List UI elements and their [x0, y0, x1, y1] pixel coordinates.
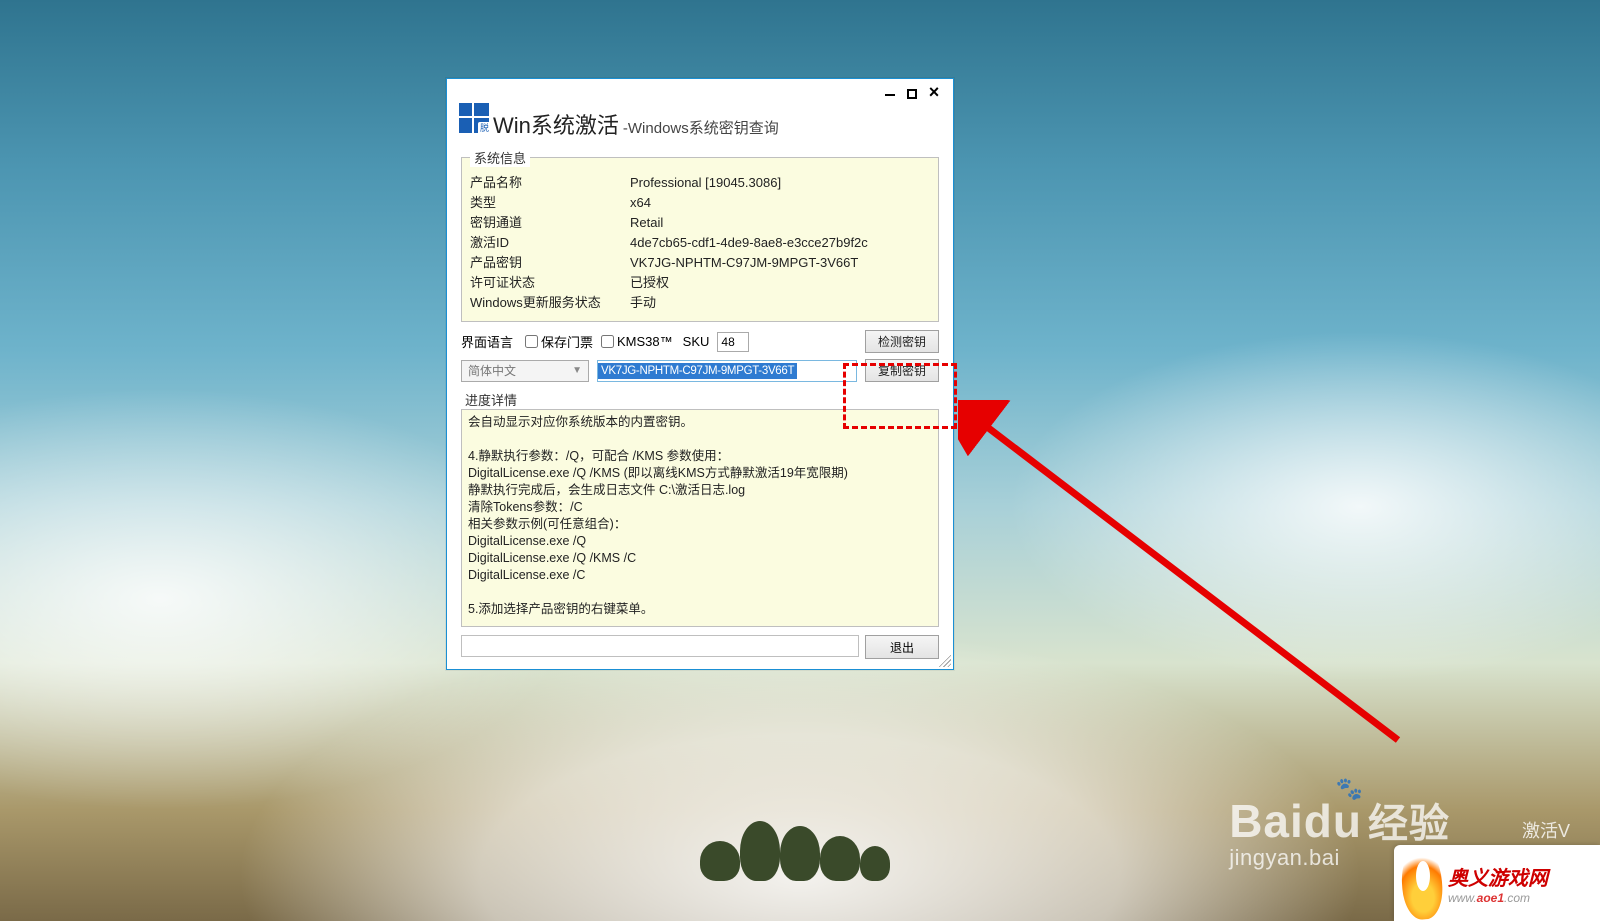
exit-button[interactable]: 退出 [865, 635, 939, 659]
info-value: x64 [630, 193, 930, 213]
close-button[interactable]: × [923, 83, 945, 101]
sku-label: SKU [683, 334, 710, 349]
title-sub: Windows系统密钥查询 [628, 120, 779, 137]
progress-bar [461, 635, 859, 657]
windows-logo-icon [459, 103, 489, 133]
paw-icon: 🐾 [1336, 776, 1364, 802]
info-label: 类型 [470, 193, 630, 213]
info-row: 激活ID4de7cb65-cdf1-4de9-8ae8-e3cce27b9f2c [470, 233, 930, 253]
kms38-input[interactable] [601, 335, 614, 348]
title-main: Win系统激活 [493, 108, 619, 140]
system-info-group: 系统信息 产品名称Professional [19045.3086]类型x64密… [461, 148, 939, 322]
info-label: Windows更新服务状态 [470, 293, 630, 313]
progress-log[interactable]: 会自动显示对应你系统版本的内置密钥。 4.静默执行参数：/Q，可配合 /KMS … [461, 409, 939, 627]
kms38-checkbox[interactable]: KMS38™ [601, 334, 673, 349]
info-row: 产品密钥VK7JG-NPHTM-C97JM-9MPGT-3V66T [470, 253, 930, 273]
desktop-background: × Win系统激活 -Windows系统密钥查询 系统信息 产品名称Profes… [0, 0, 1600, 921]
chevron-down-icon: ▼ [572, 365, 582, 376]
sku-input[interactable] [717, 332, 749, 352]
info-label: 激活ID [470, 233, 630, 253]
info-value: VK7JG-NPHTM-C97JM-9MPGT-3V66T [630, 253, 930, 273]
info-value: Professional [19045.3086] [630, 173, 930, 193]
product-key-field[interactable]: VK7JG-NPHTM-C97JM-9MPGT-3V66T [597, 360, 857, 382]
minimize-button[interactable] [879, 83, 901, 101]
info-value: 已授权 [630, 273, 930, 293]
info-row: 类型x64 [470, 193, 930, 213]
save-ticket-input[interactable] [525, 335, 538, 348]
info-value: 手动 [630, 293, 930, 313]
info-row: 密钥通道Retail [470, 213, 930, 233]
system-info-legend: 系统信息 [470, 148, 530, 167]
info-label: 许可证状态 [470, 273, 630, 293]
maximize-button[interactable] [901, 83, 923, 101]
app-window: × Win系统激活 -Windows系统密钥查询 系统信息 产品名称Profes… [446, 78, 954, 670]
info-label: 产品名称 [470, 173, 630, 193]
copy-key-button[interactable]: 复制密钥 [865, 359, 939, 382]
progress-group: 进度详情 会自动显示对应你系统版本的内置密钥。 4.静默执行参数：/Q，可配合 … [461, 390, 939, 627]
app-title: Win系统激活 -Windows系统密钥查询 [447, 101, 953, 148]
flame-icon [1402, 855, 1442, 911]
progress-legend: 进度详情 [461, 390, 521, 409]
lang-label: 界面语言 [461, 332, 517, 351]
info-row: 产品名称Professional [19045.3086] [470, 173, 930, 193]
info-row: Windows更新服务状态手动 [470, 293, 930, 313]
info-row: 许可证状态已授权 [470, 273, 930, 293]
annotation-arrow [958, 400, 1428, 770]
detect-key-button[interactable]: 检测密钥 [865, 330, 939, 353]
info-value: 4de7cb65-cdf1-4de9-8ae8-e3cce27b9f2c [630, 233, 930, 253]
info-label: 密钥通道 [470, 213, 630, 233]
language-select[interactable]: 简体中文 ▼ [461, 360, 589, 382]
titlebar[interactable]: × [447, 79, 953, 101]
save-ticket-checkbox[interactable]: 保存门票 [525, 332, 593, 351]
info-value: Retail [630, 213, 930, 233]
site-badge: 奥义游戏网 www.aoe1.com [1394, 845, 1600, 921]
info-label: 产品密钥 [470, 253, 630, 273]
